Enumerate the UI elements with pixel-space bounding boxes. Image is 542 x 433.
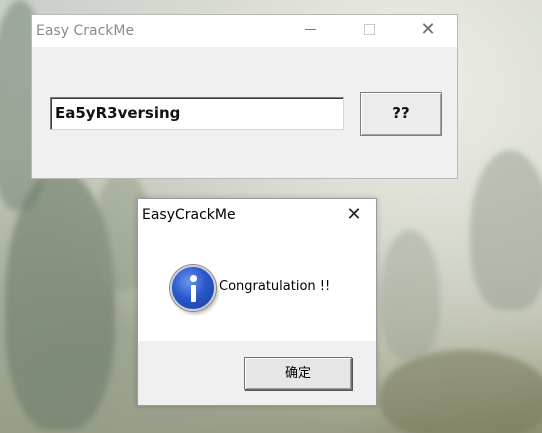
main-window-title: Easy CrackMe bbox=[36, 23, 135, 39]
info-icon-bar bbox=[191, 285, 196, 302]
wallpaper-tree bbox=[380, 350, 542, 433]
main-window-titlebar[interactable]: Easy CrackMe ✕ bbox=[32, 15, 457, 47]
close-button[interactable]: ✕ bbox=[405, 15, 451, 47]
check-button[interactable]: ?? bbox=[360, 92, 442, 136]
message-box-titlebar[interactable]: EasyCrackMe ✕ bbox=[138, 199, 376, 230]
info-icon bbox=[170, 265, 216, 311]
message-box-footer: 确定 bbox=[138, 341, 376, 405]
main-window: Easy CrackMe ✕ Ea5yR3versing ?? bbox=[31, 14, 458, 179]
wallpaper-tree bbox=[470, 150, 542, 310]
wallpaper-tree bbox=[380, 230, 440, 360]
maximize-icon bbox=[363, 24, 375, 36]
message-box-title: EasyCrackMe bbox=[142, 207, 236, 223]
info-icon-dot bbox=[190, 275, 197, 282]
message-box-close-icon[interactable]: ✕ bbox=[332, 199, 376, 230]
message-text: Congratulation !! bbox=[219, 279, 331, 294]
close-icon: ✕ bbox=[420, 19, 436, 40]
ok-button[interactable]: 确定 bbox=[244, 357, 352, 390]
minimize-icon bbox=[304, 29, 316, 31]
maximize-button bbox=[346, 15, 392, 47]
message-box: EasyCrackMe ✕ Congratulation !! 确定 bbox=[137, 198, 377, 406]
minimize-button[interactable] bbox=[287, 15, 333, 47]
serial-input[interactable]: Ea5yR3versing bbox=[50, 97, 344, 130]
